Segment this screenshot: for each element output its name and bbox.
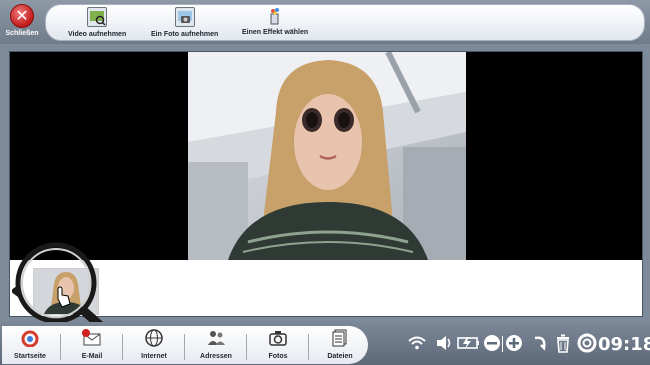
record-video-button[interactable]: Video aufnehmen (68, 7, 126, 38)
toolbar: Video aufnehmen Ein Foto aufnehmen Einen… (45, 4, 645, 41)
camera-feed-image (188, 52, 466, 260)
globe-icon (145, 329, 163, 347)
dock: Startseite E-Mail Internet Adressen Foto… (2, 326, 368, 364)
video-camera-icon (87, 7, 108, 27)
choose-effect-label: Einen Effekt wählen (242, 29, 309, 36)
top-bar: ✕ Schließen Video aufnehmen Ein Foto auf… (0, 0, 650, 44)
dock-item-startseite[interactable]: Startseite (2, 329, 58, 360)
trash-icon[interactable] (555, 333, 571, 353)
dock-item-adressen[interactable]: Adressen (188, 329, 244, 360)
dock-item-dateien[interactable]: Dateien (312, 329, 368, 360)
dock-separator (122, 334, 123, 360)
take-photo-label: Ein Foto aufnehmen (151, 31, 219, 38)
status-separator (502, 336, 503, 352)
battery-icon (457, 337, 479, 349)
clock: 09:18 (598, 334, 650, 355)
contacts-icon (208, 331, 225, 345)
home-icon (21, 330, 39, 348)
photo-camera-icon (174, 7, 195, 27)
email-icon (82, 329, 101, 346)
zoom-in-icon[interactable] (505, 334, 523, 352)
dock-label-email: E-Mail (81, 353, 103, 360)
dock-label-dateien: Dateien (327, 353, 353, 360)
choose-effect-button[interactable]: Einen Effekt wählen (242, 7, 308, 36)
close-button[interactable]: ✕ Schließen (2, 2, 42, 42)
help-icon[interactable] (577, 333, 597, 353)
dock-label-fotos: Fotos (268, 353, 288, 360)
bottom-bar: Startseite E-Mail Internet Adressen Foto… (0, 322, 650, 365)
dock-separator (246, 334, 247, 360)
dock-item-email[interactable]: E-Mail (64, 329, 120, 360)
files-icon (332, 329, 347, 347)
wifi-icon (408, 336, 426, 350)
take-photo-button[interactable]: Ein Foto aufnehmen (151, 7, 218, 38)
close-label: Schließen (5, 30, 39, 37)
back-icon[interactable] (532, 334, 548, 352)
dock-item-internet[interactable]: Internet (126, 329, 182, 360)
dock-label-internet: Internet (141, 353, 167, 360)
close-icon: ✕ (10, 4, 34, 28)
dock-item-fotos[interactable]: Fotos (250, 329, 306, 360)
camera-preview (10, 52, 642, 260)
magic-wand-icon (266, 7, 284, 25)
zoom-out-icon[interactable] (483, 334, 501, 352)
dock-label-startseite: Startseite (14, 353, 46, 360)
record-video-label: Video aufnehmen (68, 31, 127, 38)
dock-separator (60, 334, 61, 360)
dock-separator (184, 334, 185, 360)
dock-label-adressen: Adressen (200, 353, 232, 360)
volume-icon[interactable] (435, 334, 453, 352)
dock-separator (308, 334, 309, 360)
camera-icon (269, 331, 287, 346)
